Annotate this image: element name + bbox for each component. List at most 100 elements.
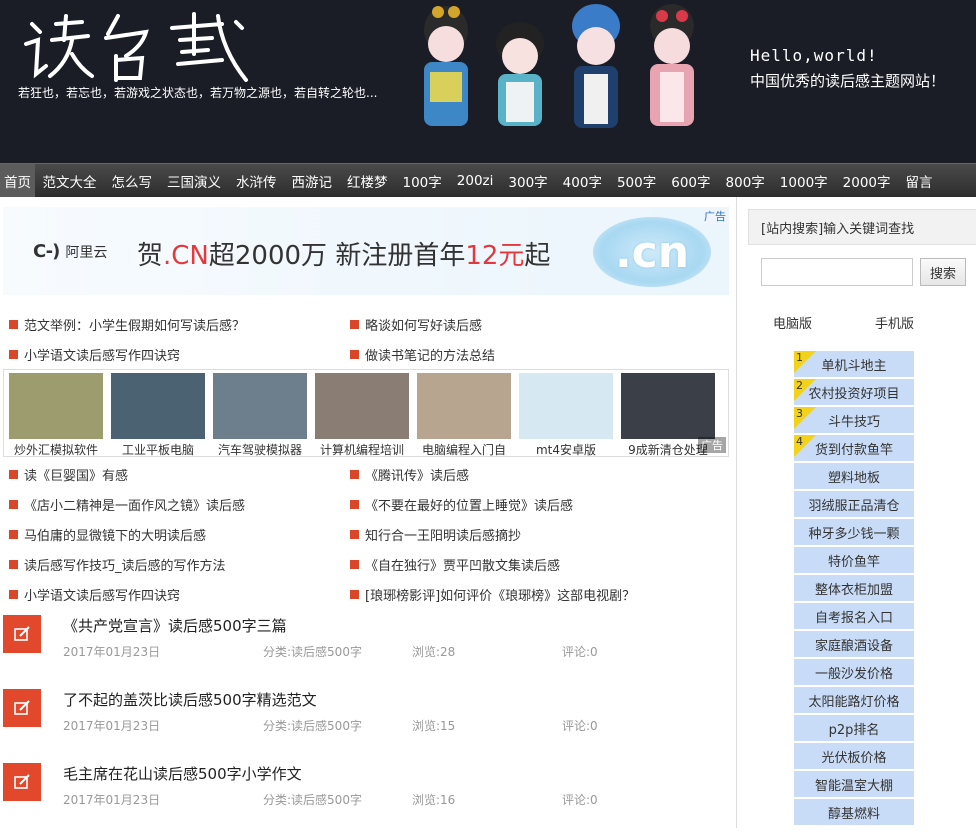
hot-keyword-item[interactable]: 4 货到付款鱼竿	[794, 435, 914, 461]
ad-badge[interactable]: 广告	[701, 207, 729, 225]
main-nav: 首页 范文大全 怎么写 三国演义 水浒传 西游记 红楼梦 100字 200zi 300字 400字 5…	[0, 163, 976, 197]
hot-keyword-item[interactable]: 特价鱼竿	[794, 547, 914, 573]
article-link[interactable]: 范文举例：小学生假期如何写读后感？	[0, 315, 350, 334]
article-link[interactable]: 《腾讯传》读后感	[350, 465, 700, 484]
nav-item[interactable]: 怎么写	[104, 164, 160, 197]
hot-keyword-item[interactable]: p2p排名	[794, 715, 914, 741]
search-button[interactable]: 搜索	[920, 258, 966, 286]
opera-figures-illustration	[424, 4, 694, 128]
edit-note-icon	[3, 763, 41, 801]
nav-item[interactable]: 400字	[555, 164, 609, 197]
site-tagline: 中国优秀的读后感主题网站！	[750, 72, 946, 90]
nav-item[interactable]: 1000字	[772, 164, 835, 197]
hot-keyword-item[interactable]: 整体衣柜加盟	[794, 575, 914, 601]
hot-keyword-item[interactable]: 智能温室大棚	[794, 771, 914, 797]
article-category[interactable]: 分类:读后感500字	[263, 791, 362, 808]
nav-item[interactable]: 首页	[0, 164, 35, 197]
nav-item[interactable]: 水浒传	[229, 164, 285, 197]
article-link[interactable]: 《自在独行》贾平凹散文集读后感	[350, 555, 700, 574]
nav-item[interactable]: 三国演义	[160, 164, 229, 197]
article-date: 2017年01月23日	[63, 645, 161, 659]
article-link[interactable]: 读后感写作技巧_读后感的写作方法	[0, 555, 350, 574]
article-title[interactable]: 毛主席在花山读后感500字小学作文	[63, 763, 302, 784]
hot-keyword-item[interactable]: 塑料地板	[794, 463, 914, 489]
article-link-text: 读后感写作技巧_读后感的写作方法	[24, 558, 226, 574]
rank-badge: 2	[794, 379, 816, 401]
thumbnail-ad-item[interactable]: 炒外汇模拟软件	[9, 373, 103, 457]
article-link[interactable]: 小学语文读后感写作四诀窍	[0, 585, 350, 604]
nav-item[interactable]: 范文大全	[35, 164, 104, 197]
nav-item[interactable]: 2000字	[835, 164, 898, 197]
nav-item[interactable]: 800字	[718, 164, 772, 197]
link-row: 小学语文读后感写作四诀窍 [琅琊榜影评]如何评价《琅琊榜》这部电视剧？	[0, 579, 736, 609]
article-link[interactable]: 略谈如何写好读后感	[350, 315, 700, 334]
article-link[interactable]: 《店小二精神是一面作风之镜》读后感	[0, 495, 350, 514]
link-row: 读后感写作技巧_读后感的写作方法 《自在独行》贾平凹散文集读后感	[0, 549, 736, 579]
thumbnail-caption: 电脑编程入门自	[421, 443, 506, 457]
article-link-text: 小学语文读后感写作四诀窍	[24, 348, 181, 364]
nav-item[interactable]: 600字	[664, 164, 718, 197]
nav-item[interactable]: 红楼梦	[340, 164, 396, 197]
bullet-square-icon	[9, 349, 18, 359]
mobile-version-link[interactable]: 手机版	[875, 313, 914, 332]
pc-version-link[interactable]: 电脑版	[773, 313, 812, 332]
rank-badge: 3	[794, 407, 816, 429]
article-title[interactable]: 《共产党宣言》读后感500字三篇	[63, 615, 287, 636]
thumbs-ad-badge[interactable]: 广告	[698, 437, 726, 453]
article-category[interactable]: 分类:读后感500字	[263, 643, 362, 660]
link-row: 小学语文读后感写作四诀窍 做读书笔记的方法总结	[0, 339, 736, 369]
ad-banner[interactable]: 广告 C-) 阿里云 贺.CN超2000万 新注册首年12元起 .cn	[3, 207, 729, 295]
article-link-text: 《自在独行》贾平凹散文集读后感	[365, 558, 561, 574]
main-content: 广告 C-) 阿里云 贺.CN超2000万 新注册首年12元起 .cn 范文举例…	[0, 197, 736, 828]
hot-keyword-item[interactable]: 一般沙发价格	[794, 659, 914, 685]
nav-item[interactable]: 100字	[395, 164, 449, 197]
bullet-square-icon	[9, 559, 18, 569]
thumbnail-ad-item[interactable]: 汽车驾驶模拟器	[213, 373, 307, 457]
rank-number: 4	[796, 435, 803, 448]
hot-keyword-label: 斗牛技巧	[827, 414, 880, 430]
article-category[interactable]: 分类:读后感500字	[263, 717, 362, 734]
article-link[interactable]: 小学语文读后感写作四诀窍	[0, 345, 350, 364]
nav-item[interactable]: 500字	[609, 164, 663, 197]
nav-item[interactable]: 300字	[501, 164, 555, 197]
nav-item[interactable]: 200zi	[449, 164, 501, 197]
article-link[interactable]: 《不要在最好的位置上睡觉》读后感	[350, 495, 700, 514]
nav-item[interactable]: 西游记	[284, 164, 340, 197]
hot-keyword-item[interactable]: 2 农村投资好项目	[794, 379, 914, 405]
ad-brand-name: 阿里云	[65, 244, 108, 261]
hot-keyword-label: 塑料地板	[827, 470, 880, 486]
thumbnail-ad-item[interactable]: 电脑编程入门自	[417, 373, 511, 457]
hot-keyword-item[interactable]: 1 单机斗地主	[794, 351, 914, 377]
article-link[interactable]: 做读书笔记的方法总结	[350, 345, 700, 364]
hot-keyword-item[interactable]: 太阳能路灯价格	[794, 687, 914, 713]
thumbnail-ad-item[interactable]: mt4安卓版	[519, 373, 613, 457]
hot-keyword-item[interactable]: 种牙多少钱一颗	[794, 519, 914, 545]
hot-keyword-item[interactable]: 醇基燃料	[794, 799, 914, 825]
bullet-square-icon	[9, 469, 18, 479]
article-link[interactable]: 马伯庸的显微镜下的大明读后感	[0, 525, 350, 544]
article-link[interactable]: 读《巨婴国》有感	[0, 465, 350, 484]
article-date: 2017年01月23日	[63, 719, 161, 733]
hot-keyword-item[interactable]: 自考报名入口	[794, 603, 914, 629]
article-title[interactable]: 了不起的盖茨比读后感500字精选范文	[63, 689, 317, 710]
hot-keyword-item[interactable]: 家庭酿酒设备	[794, 631, 914, 657]
hot-keyword-label: 羽绒服正品清仓	[808, 498, 900, 514]
rank-number: 3	[796, 407, 803, 420]
article-link[interactable]: 知行合一王阳明读后感摘抄	[350, 525, 700, 544]
hot-keyword-label: 家庭酿酒设备	[814, 638, 893, 654]
bullet-square-icon	[350, 499, 359, 509]
site-logo[interactable]	[22, 10, 254, 84]
search-input[interactable]	[761, 258, 913, 286]
bullet-square-icon	[350, 469, 359, 479]
hot-keyword-item[interactable]: 羽绒服正品清仓	[794, 491, 914, 517]
hot-keyword-item[interactable]: 3 斗牛技巧	[794, 407, 914, 433]
nav-item[interactable]: 留言	[898, 164, 940, 197]
thumbnail-image	[519, 373, 613, 439]
hot-keyword-item[interactable]: 光伏板价格	[794, 743, 914, 769]
article-link[interactable]: [琅琊榜影评]如何评价《琅琊榜》这部电视剧？	[350, 585, 700, 604]
article-entry: 毛主席在花山读后感500字小学作文 2017年01月23日 分类:读后感500字 浏览…	[0, 757, 736, 831]
article-comments: 评论:0	[562, 645, 598, 659]
thumbnail-ad-item[interactable]: 计算机编程培训	[315, 373, 409, 457]
ad-headline: 贺.CN超2000万 新注册首年12元起	[137, 241, 551, 271]
thumbnail-ad-item[interactable]: 工业平板电脑	[111, 373, 205, 457]
